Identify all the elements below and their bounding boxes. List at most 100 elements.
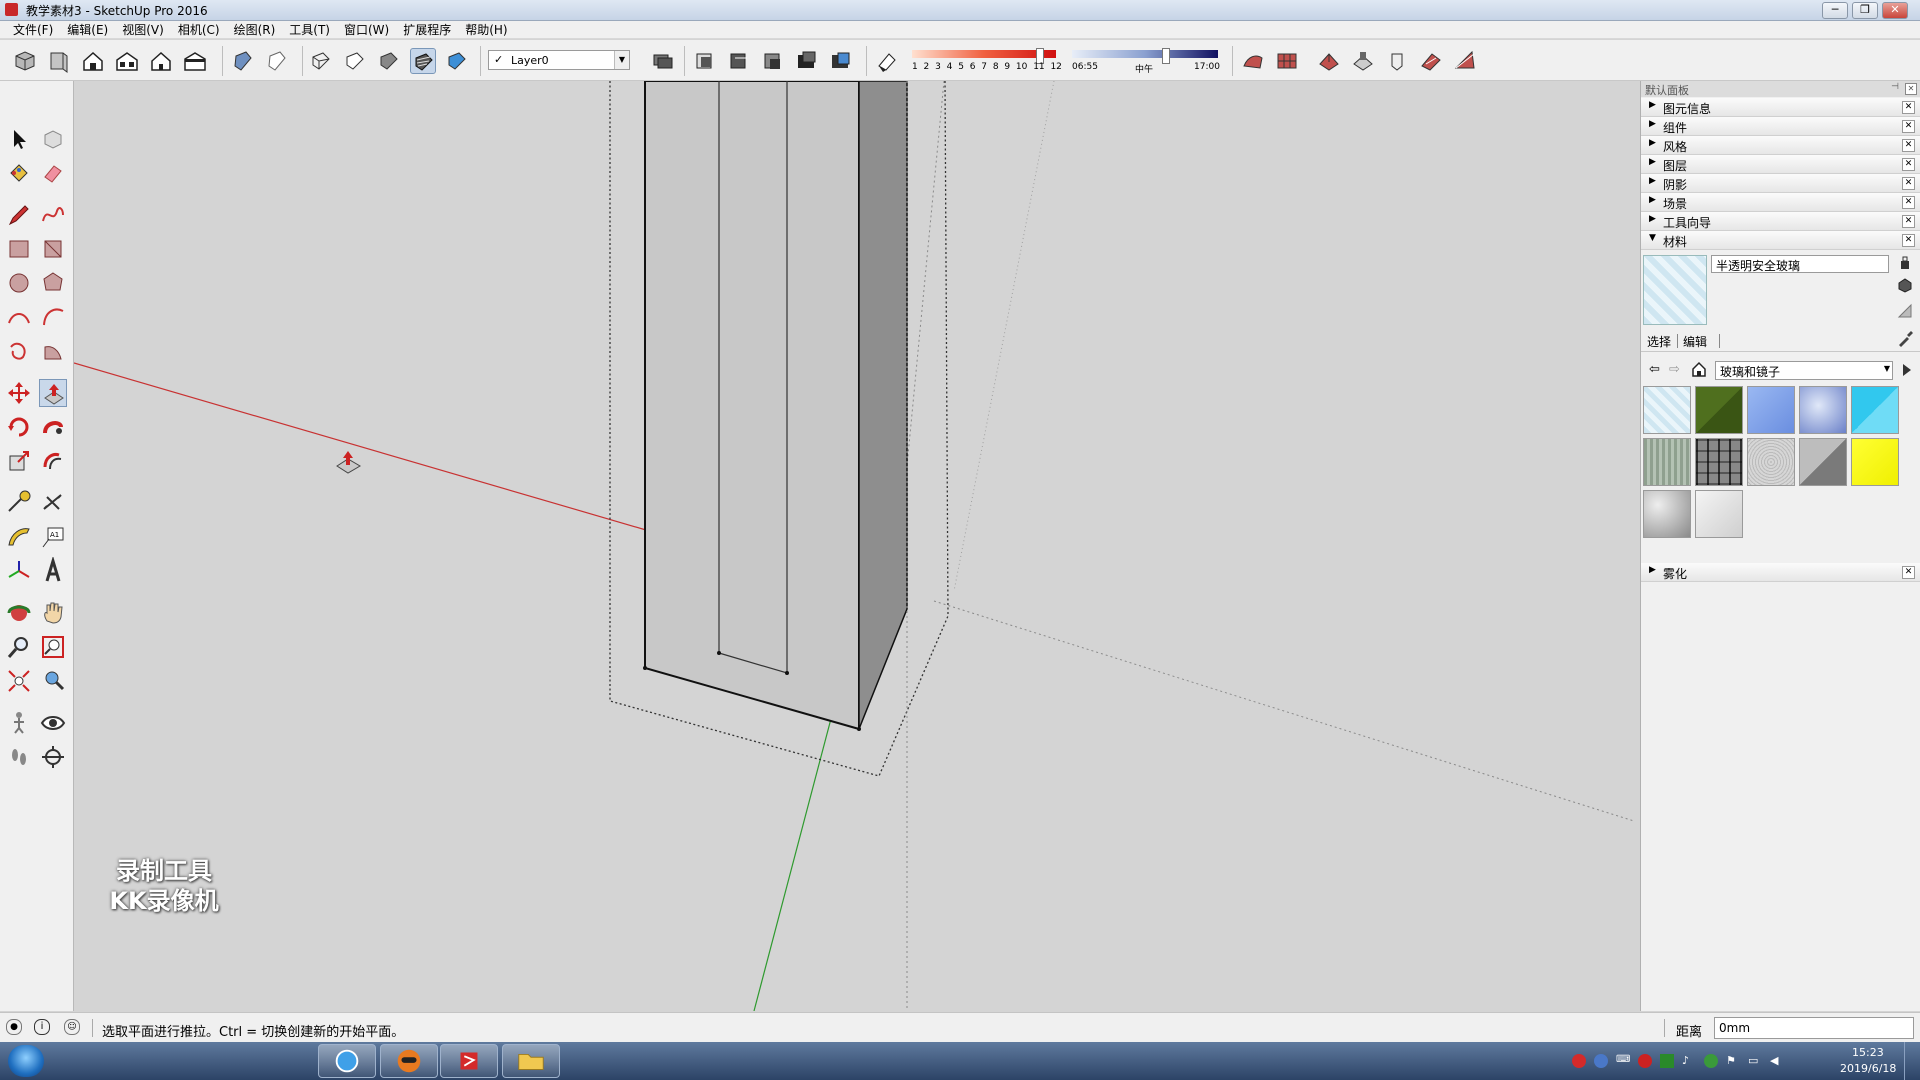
material-swatch[interactable] <box>1695 490 1743 538</box>
geolocation-icon[interactable]: ● <box>6 1019 22 1035</box>
taskbar-recorder[interactable] <box>380 1044 438 1078</box>
column-front-face[interactable] <box>644 81 860 731</box>
follow-me-icon[interactable] <box>39 413 67 441</box>
audio-device-icon[interactable]: ♪ <box>1682 1054 1696 1068</box>
pie-icon[interactable] <box>39 337 67 365</box>
display-sections-icon[interactable] <box>760 48 786 74</box>
polygon-icon[interactable] <box>39 269 67 297</box>
sample-paint-eyedropper-icon[interactable] <box>1897 331 1913 347</box>
freehand-icon[interactable] <box>39 201 67 229</box>
create-material-icon[interactable] <box>1897 277 1913 293</box>
expand-arrow-icon[interactable]: ▶ <box>1649 176 1656 186</box>
axes-icon[interactable] <box>5 557 33 585</box>
panel-fog[interactable]: ▶ 雾化 ✕ <box>1641 563 1920 582</box>
close-icon[interactable]: ✕ <box>1902 177 1915 190</box>
shadows-toggle-icon[interactable] <box>874 48 900 74</box>
menu-window[interactable]: 窗口(W) <box>337 21 396 38</box>
close-icon[interactable]: ✕ <box>1902 158 1915 171</box>
rotate-icon[interactable] <box>5 413 33 441</box>
sandbox-scratch-icon[interactable] <box>1274 48 1300 74</box>
expand-arrow-icon[interactable]: ▶ <box>1649 157 1656 167</box>
walk-footprints-icon[interactable] <box>5 743 33 771</box>
volume-icon[interactable]: ◀ <box>1770 1054 1784 1068</box>
tape-measure-icon[interactable] <box>5 489 33 517</box>
back-arrow-icon[interactable]: ⇦ <box>1649 362 1660 377</box>
update-icon[interactable] <box>1704 1054 1718 1068</box>
pin-icon[interactable]: ⊣ <box>1891 82 1899 92</box>
material-swatch[interactable] <box>1695 386 1743 434</box>
tab-select[interactable]: 选择 <box>1647 333 1671 350</box>
add-detail-icon[interactable] <box>1418 48 1444 74</box>
expand-arrow-icon[interactable]: ▶ <box>1649 565 1656 575</box>
keyboard-icon[interactable]: ⌨ <box>1616 1054 1630 1068</box>
chevron-down-icon[interactable]: ▼ <box>1884 364 1890 373</box>
section-cuts-icon[interactable] <box>794 48 820 74</box>
home-icon[interactable] <box>1691 361 1707 377</box>
panel-materials[interactable]: ▼ 材料 ✕ <box>1641 231 1920 250</box>
look-around-eye-icon[interactable] <box>39 709 67 737</box>
material-swatch[interactable] <box>1643 490 1691 538</box>
expand-arrow-icon[interactable]: ▶ <box>1649 214 1656 224</box>
offset-icon[interactable] <box>39 447 67 475</box>
material-swatch[interactable] <box>1643 386 1691 434</box>
panel-instructor[interactable]: ▶ 工具向导 ✕ <box>1641 212 1920 231</box>
sketchup-app-icon[interactable] <box>5 3 18 16</box>
time-slider-handle[interactable] <box>1162 48 1170 64</box>
push-pull-icon[interactable] <box>39 379 67 407</box>
back-view-icon[interactable] <box>148 48 174 74</box>
credits-info-icon[interactable]: i <box>34 1019 50 1035</box>
close-button[interactable]: ✕ <box>1882 2 1908 19</box>
chevron-down-icon[interactable]: ▼ <box>614 51 629 69</box>
clock-date[interactable]: 2019/6/18 <box>1840 1062 1896 1075</box>
right-view-icon[interactable] <box>114 48 140 74</box>
flip-edge-icon[interactable] <box>1452 48 1478 74</box>
network-icon[interactable]: ▭ <box>1748 1054 1762 1068</box>
column-side-face[interactable] <box>858 81 908 730</box>
panel-components[interactable]: ▶ 组件 ✕ <box>1641 117 1920 136</box>
section-plane-icon[interactable] <box>692 48 718 74</box>
section-fill-icon[interactable] <box>726 48 752 74</box>
material-swatch[interactable] <box>1799 386 1847 434</box>
layer-dropdown[interactable]: ✓ Layer0 ▼ <box>488 50 630 70</box>
3d-text-icon[interactable] <box>39 555 67 585</box>
collapse-arrow-icon[interactable]: ▼ <box>1649 233 1656 243</box>
ime-icon[interactable] <box>1572 1054 1586 1068</box>
menu-tools[interactable]: 工具(T) <box>282 21 337 38</box>
tab-edit[interactable]: 编辑 <box>1683 333 1707 350</box>
sandbox-contours-icon[interactable] <box>1240 48 1266 74</box>
close-icon[interactable]: ✕ <box>1902 120 1915 133</box>
minimize-button[interactable]: ─ <box>1822 2 1848 19</box>
expand-arrow-icon[interactable]: ▶ <box>1649 195 1656 205</box>
help-icon[interactable] <box>1594 1054 1608 1068</box>
panel-shadows[interactable]: ▶ 阴影 ✕ <box>1641 174 1920 193</box>
menu-draw[interactable]: 绘图(R) <box>227 21 283 38</box>
default-material-icon[interactable] <box>1897 303 1913 319</box>
menu-camera[interactable]: 相机(C) <box>171 21 227 38</box>
close-icon[interactable]: ✕ <box>1902 215 1915 228</box>
close-icon[interactable]: ✕ <box>1902 139 1915 152</box>
restore-button[interactable]: ❐ <box>1852 2 1878 19</box>
panel-scenes[interactable]: ▶ 场景 ✕ <box>1641 193 1920 212</box>
close-icon[interactable]: ✕ <box>1905 83 1917 95</box>
eraser-icon[interactable] <box>39 159 67 187</box>
menu-view[interactable]: 视图(V) <box>115 21 171 38</box>
section-display-icon[interactable] <box>828 48 854 74</box>
material-library-dropdown[interactable]: 玻璃和镜子 ▼ <box>1715 361 1893 380</box>
layer-manager-icon[interactable] <box>650 48 676 74</box>
shaded-textures-icon[interactable] <box>410 48 436 74</box>
taskbar-file-explorer[interactable] <box>502 1044 560 1078</box>
panel-entity-info[interactable]: ▶ 图元信息 ✕ <box>1641 98 1920 117</box>
material-swatch[interactable] <box>1851 386 1899 434</box>
hidden-line-icon[interactable] <box>342 48 368 74</box>
protractor-icon[interactable] <box>5 523 33 551</box>
menu-edit[interactable]: 编辑(E) <box>60 21 115 38</box>
panel-styles[interactable]: ▶ 风格 ✕ <box>1641 136 1920 155</box>
material-swatch[interactable] <box>1747 438 1795 486</box>
action-center-flag-icon[interactable]: ⚑ <box>1726 1054 1740 1068</box>
clock-time[interactable]: 15:23 <box>1852 1046 1884 1059</box>
orbit-icon[interactable] <box>5 599 33 627</box>
three-point-arc-icon[interactable] <box>5 337 33 365</box>
front-view-icon[interactable] <box>80 48 106 74</box>
make-component-icon[interactable] <box>39 125 67 153</box>
paint-bucket-icon[interactable] <box>5 159 33 187</box>
